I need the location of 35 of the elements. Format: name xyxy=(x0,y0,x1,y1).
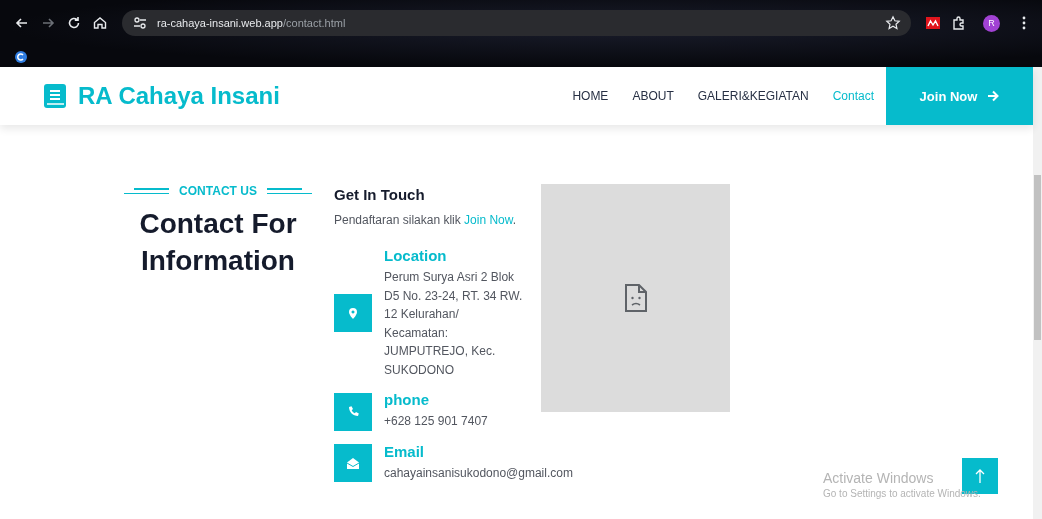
site-settings-icon[interactable] xyxy=(132,15,148,31)
contact-text: +628 125 901 7407 xyxy=(384,413,488,430)
book-icon xyxy=(44,84,66,108)
open-envelope-icon xyxy=(347,457,359,469)
contact-text: Perum Surya Asri 2 Blok D5 No. 23-24, RT. 34 RW. 12 Kelurahan/ Kecamatan: JUMPUTREJO, Kec. SUKODONO xyxy=(384,269,524,379)
url-text: ra-cahaya-insani.web.app/contact.html xyxy=(157,17,346,29)
section-title: Contact For Information xyxy=(139,207,297,278)
puzzle-icon[interactable] xyxy=(951,15,967,31)
registration-text: Pendaftaran silakan klik Join Now. xyxy=(334,213,518,227)
extension-icon[interactable] xyxy=(925,15,941,31)
reload-icon[interactable] xyxy=(66,15,82,31)
sad-file-icon xyxy=(623,283,648,313)
contact-text: cahayainsanisukodono@gmail.com xyxy=(384,464,573,482)
section-eyebrow: CONTACT US xyxy=(179,184,257,198)
arrow-right-icon xyxy=(987,90,1000,102)
nav-link[interactable]: HOME xyxy=(560,89,621,103)
nav-link[interactable]: GALERI&KEGIATAN xyxy=(685,89,821,103)
profile-avatar[interactable]: R xyxy=(983,14,1000,32)
home-icon[interactable] xyxy=(92,15,108,31)
decorative-lines xyxy=(266,188,312,194)
map-pin-icon xyxy=(349,307,357,319)
watermark-text: Go to Settings to activate Windows. xyxy=(823,488,981,499)
contact-title: Email xyxy=(384,442,426,460)
contact-title: phone xyxy=(384,391,430,408)
decorative-lines xyxy=(124,188,170,194)
arrow-up-icon xyxy=(975,469,985,483)
nav-link[interactable]: ABOUT xyxy=(620,89,686,103)
watermark-title: Activate Windows xyxy=(823,470,934,486)
phone-icon xyxy=(347,406,359,417)
address-bar[interactable]: ra-cahaya-insani.web.app/contact.html xyxy=(122,10,911,36)
star-icon[interactable] xyxy=(885,15,901,31)
contact-title: Location xyxy=(384,247,448,264)
get-in-touch-heading: Get In Touch xyxy=(334,186,426,203)
scrollbar[interactable] xyxy=(1033,67,1042,519)
bookmark-icon[interactable] xyxy=(15,50,27,63)
